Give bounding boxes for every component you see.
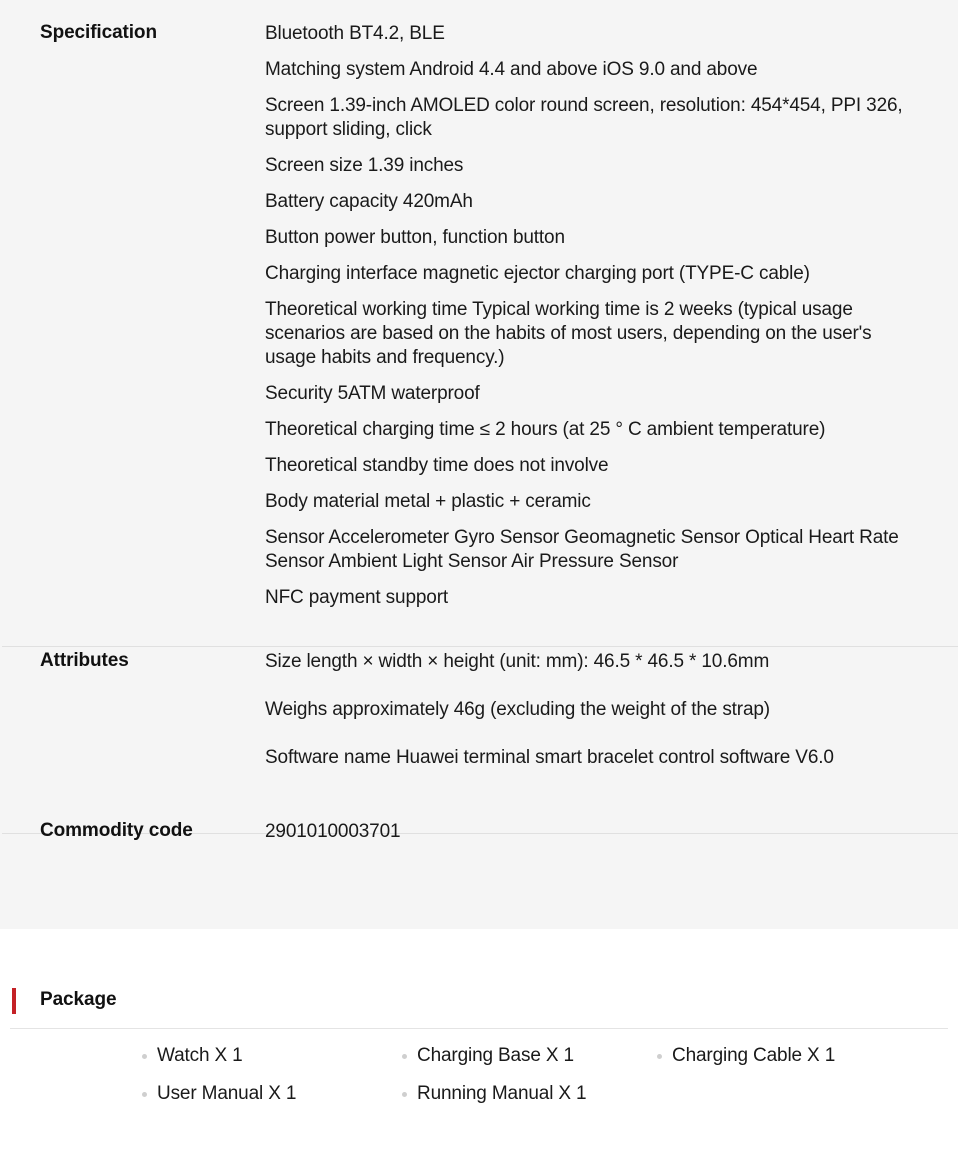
- accent-bar-icon: [12, 988, 16, 1014]
- spec-section-label: Specification: [40, 22, 157, 43]
- spec-item: Theoretical charging time ≤ 2 hours (at …: [265, 419, 826, 440]
- package-divider: [10, 1028, 948, 1029]
- spec-section-values: Bluetooth BT4.2, BLE Matching system And…: [265, 22, 958, 610]
- package-list-item: Charging Cable X 1: [657, 1045, 835, 1067]
- spec-item: Screen 1.39-inch AMOLED color round scre…: [265, 95, 903, 140]
- package-item-label: Running Manual X 1: [417, 1083, 587, 1104]
- package-list-item: User Manual X 1: [142, 1083, 296, 1105]
- package-list: Watch X 1 Charging Base X 1 Charging Cab…: [0, 1045, 958, 1121]
- attribute-item: Weighs approximately 46g (excluding the …: [265, 699, 770, 720]
- bullet-icon: [657, 1053, 662, 1059]
- parameters-panel: Specification Bluetooth BT4.2, BLE Match…: [0, 0, 958, 929]
- package-item-label: Charging Cable X 1: [672, 1045, 836, 1066]
- package-list-item: Charging Base X 1: [402, 1045, 574, 1067]
- commodity-code-section: Commodity code 2901010003701: [0, 790, 958, 844]
- package-header: Package: [0, 929, 958, 1029]
- package-item-label: User Manual X 1: [157, 1083, 297, 1104]
- attributes-section-values: Size length × width × height (unit: mm):…: [265, 650, 958, 770]
- package-list-item: Running Manual X 1: [402, 1083, 587, 1105]
- attributes-section: Attributes Size length × width × height …: [0, 620, 958, 790]
- spec-item: Theoretical working time Typical working…: [265, 299, 872, 368]
- bullet-icon: [142, 1091, 147, 1097]
- package-row: Watch X 1 Charging Base X 1 Charging Cab…: [0, 1045, 958, 1083]
- spec-item: Bluetooth BT4.2, BLE: [265, 23, 445, 44]
- spec-item: NFC payment support: [265, 587, 449, 608]
- package-row: User Manual X 1 Running Manual X 1: [0, 1083, 958, 1121]
- spec-item: Button power button, function button: [265, 227, 565, 248]
- spec-item: Theoretical standby time does not involv…: [265, 455, 609, 476]
- spec-item: Matching system Android 4.4 and above iO…: [265, 59, 758, 80]
- bullet-icon: [142, 1053, 147, 1059]
- spec-item: Battery capacity 420mAh: [265, 191, 473, 212]
- package-list-item: Watch X 1: [142, 1045, 243, 1067]
- commodity-code-value: 2901010003701: [265, 821, 401, 842]
- bullet-icon: [402, 1053, 407, 1059]
- package-item-label: Watch X 1: [157, 1045, 243, 1066]
- spec-section: Specification Bluetooth BT4.2, BLE Match…: [0, 0, 958, 620]
- package-section: Package Watch X 1 Charging Base X 1 Char…: [0, 929, 958, 1157]
- bullet-icon: [402, 1091, 407, 1097]
- attributes-section-label: Attributes: [40, 650, 129, 671]
- spec-item: Screen size 1.39 inches: [265, 155, 464, 176]
- spec-item: Body material metal + plastic + ceramic: [265, 491, 591, 512]
- spec-item: Sensor Accelerometer Gyro Sensor Geomagn…: [265, 527, 899, 572]
- commodity-code-label: Commodity code: [40, 820, 193, 841]
- package-item-label: Charging Base X 1: [417, 1045, 574, 1066]
- package-title: Package: [40, 989, 117, 1010]
- attribute-item: Size length × width × height (unit: mm):…: [265, 651, 770, 672]
- attribute-item: Software name Huawei terminal smart brac…: [265, 747, 834, 768]
- spec-item: Security 5ATM waterproof: [265, 383, 480, 404]
- product-spec-page: Specification Bluetooth BT4.2, BLE Match…: [0, 0, 958, 1157]
- spec-item: Charging interface magnetic ejector char…: [265, 263, 810, 284]
- commodity-code-values: 2901010003701: [265, 820, 958, 844]
